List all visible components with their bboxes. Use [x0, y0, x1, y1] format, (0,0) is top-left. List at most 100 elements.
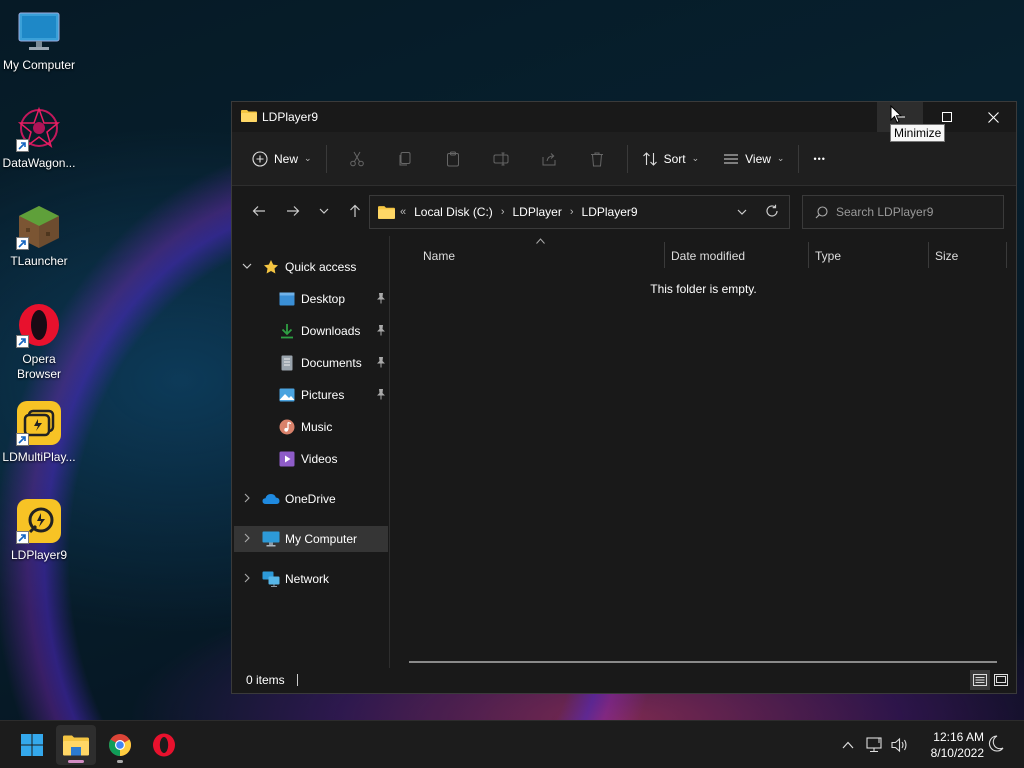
desktop-icon-label: LDMultiPlay...	[2, 450, 76, 464]
search-box[interactable]	[802, 195, 1004, 229]
nav-item-network[interactable]: Network	[234, 566, 388, 592]
desktop-icon-opera[interactable]: Opera Browser	[0, 302, 78, 382]
chevron-right-icon[interactable]	[240, 493, 254, 506]
close-button[interactable]	[970, 102, 1016, 132]
chevron-down-icon	[319, 208, 329, 214]
nav-item-videos[interactable]: Videos	[234, 446, 388, 472]
nav-item-my-computer[interactable]: My Computer	[234, 526, 388, 552]
rename-button[interactable]	[477, 143, 525, 175]
desktop-icon-ldplayer9[interactable]: LDPlayer9	[0, 498, 78, 563]
explorer-body: Quick access Desktop Downloads Documents…	[232, 236, 1016, 668]
column-header-size[interactable]: Size	[935, 244, 1005, 268]
column-header-label: Size	[935, 249, 959, 263]
column-divider[interactable]	[808, 242, 809, 268]
view-button[interactable]: View ⌄	[715, 143, 792, 175]
breadcrumb-separator[interactable]: ›	[501, 206, 505, 218]
horizontal-scrollbar[interactable]	[409, 661, 997, 663]
windows-logo-icon	[21, 734, 43, 756]
toolbar-divider	[798, 144, 800, 173]
desktop-icon-datawagon[interactable]: DataWagon...	[0, 106, 78, 171]
large-icons-view-button[interactable]	[991, 670, 1011, 690]
notifications-button[interactable]	[988, 735, 1004, 756]
column-divider[interactable]	[928, 242, 929, 268]
taskbar-chrome[interactable]	[100, 725, 140, 765]
up-button[interactable]	[338, 195, 372, 227]
address-history-button[interactable]	[737, 206, 747, 220]
clock[interactable]: 12:16 AM 8/10/2022	[916, 729, 984, 761]
search-input[interactable]	[836, 205, 996, 219]
show-hidden-icons-button[interactable]	[838, 741, 858, 749]
column-header-label: Name	[423, 249, 456, 263]
desktop-icon-ldmultiplayer[interactable]: LDMultiPlay...	[0, 400, 78, 465]
column-header-label: Type	[815, 249, 842, 263]
scissors-icon	[349, 151, 364, 166]
taskbar-file-explorer[interactable]	[56, 725, 96, 765]
nav-item-music[interactable]: Music	[234, 414, 388, 440]
sort-button[interactable]: Sort ⌄	[634, 143, 708, 175]
delete-button[interactable]	[573, 143, 621, 175]
column-header-name[interactable]: Name	[423, 244, 663, 268]
cut-button[interactable]	[333, 143, 381, 175]
copy-button[interactable]	[381, 143, 429, 175]
refresh-button[interactable]	[765, 204, 779, 221]
nav-item-label: Documents	[301, 356, 362, 370]
nav-item-onedrive[interactable]: OneDrive	[234, 486, 388, 512]
star-icon	[262, 258, 280, 276]
breadcrumb-ldplayer[interactable]: LDPlayer	[512, 205, 561, 219]
chevron-down-icon[interactable]	[240, 261, 254, 274]
start-button[interactable]	[12, 725, 52, 765]
nav-item-label: Downloads	[301, 324, 361, 338]
column-divider[interactable]	[1006, 242, 1007, 268]
breadcrumb-local-disk[interactable]: Local Disk (C:)	[414, 205, 493, 219]
network-icon	[262, 570, 280, 588]
column-divider[interactable]	[664, 242, 665, 268]
volume-button[interactable]	[888, 737, 912, 753]
nav-item-downloads[interactable]: Downloads	[234, 318, 388, 344]
clipboard-icon	[446, 151, 459, 166]
more-options-button[interactable]: •••	[805, 143, 833, 175]
desktop-icon-label: LDPlayer9	[10, 548, 68, 562]
file-explorer-window[interactable]: LDPlayer9 Minimize New ⌄ Sort ⌄ View ⌄ •…	[231, 101, 1017, 694]
opera-icon	[153, 733, 175, 757]
breadcrumb-ldplayer9[interactable]: LDPlayer9	[582, 205, 638, 219]
new-button[interactable]: New ⌄	[244, 143, 320, 175]
column-header-type[interactable]: Type	[815, 244, 927, 268]
monitor-icon	[16, 8, 62, 54]
arrow-up-icon	[350, 204, 360, 217]
download-icon	[278, 322, 296, 340]
title-bar[interactable]: LDPlayer9 Minimize	[232, 102, 1016, 142]
chevron-right-icon[interactable]	[240, 573, 254, 586]
nav-item-label: My Computer	[285, 532, 358, 546]
nav-item-desktop[interactable]: Desktop	[234, 286, 388, 312]
pin-icon	[376, 324, 386, 339]
overflow-crumb[interactable]: «	[400, 206, 406, 218]
chevron-right-icon[interactable]	[240, 533, 254, 546]
network-status-button[interactable]	[862, 737, 888, 753]
sort-icon	[642, 151, 657, 166]
recent-locations-button[interactable]	[310, 195, 338, 227]
toolbar-divider	[325, 144, 327, 173]
forward-button[interactable]	[276, 195, 310, 227]
sort-button-label: Sort	[663, 151, 686, 166]
share-button[interactable]	[525, 143, 573, 175]
desktop-icon-label: My Computer	[2, 58, 76, 72]
nav-item-documents[interactable]: Documents	[234, 350, 388, 376]
address-bar[interactable]: « Local Disk (C:) › LDPlayer › LDPlayer9	[369, 195, 790, 229]
file-list[interactable]: Name Date modified Type Size This folder…	[391, 236, 1016, 668]
paste-button[interactable]	[429, 143, 477, 175]
chevron-down-icon: ⌄	[776, 153, 785, 163]
column-header-date-modified[interactable]: Date modified	[671, 244, 807, 268]
pictures-icon	[278, 386, 296, 404]
nav-item-quick-access[interactable]: Quick access	[234, 254, 388, 280]
shortcut-arrow-icon	[16, 335, 29, 348]
breadcrumb-separator[interactable]: ›	[570, 206, 574, 218]
taskbar-opera[interactable]	[144, 725, 184, 765]
desktop-icon-tlauncher[interactable]: TLauncher	[0, 204, 78, 269]
back-button[interactable]	[242, 195, 276, 227]
shortcut-arrow-icon	[16, 139, 29, 152]
navigation-pane[interactable]: Quick access Desktop Downloads Documents…	[232, 236, 390, 668]
details-view-button[interactable]	[970, 670, 990, 690]
nav-item-pictures[interactable]: Pictures	[234, 382, 388, 408]
item-count: 0 items	[246, 673, 285, 687]
desktop-icon-my-computer[interactable]: My Computer	[0, 8, 78, 73]
